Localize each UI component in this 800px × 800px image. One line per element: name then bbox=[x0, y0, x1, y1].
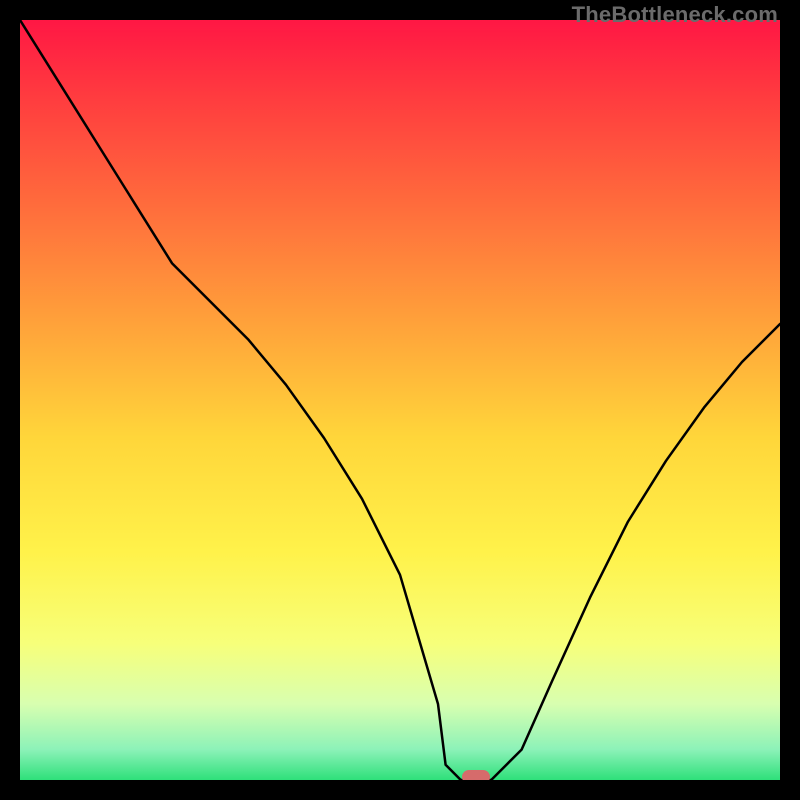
chart-container: TheBottleneck.com bbox=[0, 0, 800, 800]
bottleneck-curve bbox=[20, 20, 780, 780]
plot-area bbox=[20, 20, 780, 780]
watermark-text: TheBottleneck.com bbox=[572, 2, 778, 28]
optimal-marker bbox=[462, 770, 490, 780]
